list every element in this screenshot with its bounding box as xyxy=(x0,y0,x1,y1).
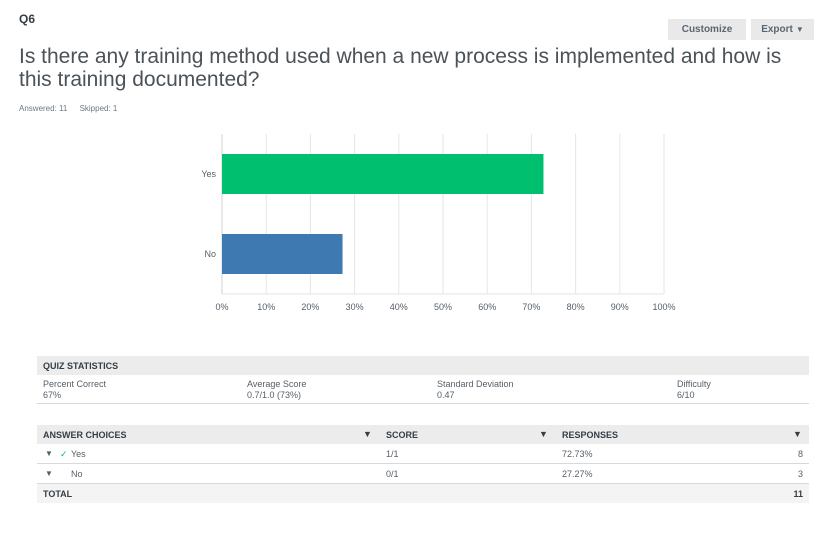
stat-value: 0.47 xyxy=(437,390,455,400)
stat-label: Standard Deviation xyxy=(437,379,514,389)
stat-value: 6/10 xyxy=(677,390,695,400)
x-tick-label: 50% xyxy=(434,302,452,312)
question-title: Is there any training method used when a… xyxy=(19,45,782,91)
header-answer-choices: ANSWER CHOICES xyxy=(43,430,127,440)
quiz-statistics-header: QUIZ STATISTICS xyxy=(37,356,809,375)
x-tick-label: 20% xyxy=(301,302,319,312)
answer-table-header: ANSWER CHOICES ▼ SCORE ▼ RESPONSES ▼ xyxy=(37,425,809,444)
header-score: SCORE xyxy=(386,430,419,440)
stat-label: Average Score xyxy=(247,379,307,389)
x-tick-label: 30% xyxy=(346,302,364,312)
header-responses: RESPONSES xyxy=(562,430,619,440)
stat-difficulty: Difficulty 6/10 xyxy=(677,379,711,401)
question-number: Q6 xyxy=(19,12,36,26)
stat-label: Difficulty xyxy=(677,379,711,389)
customize-button[interactable]: Customize xyxy=(668,19,746,40)
chevron-down-icon: ▼ xyxy=(795,25,804,34)
expand-toggle-icon[interactable]: ▼ xyxy=(45,469,53,478)
export-button[interactable]: Export ▼ xyxy=(751,19,814,40)
customize-label: Customize xyxy=(681,24,733,35)
category-label: Yes xyxy=(201,169,216,179)
x-tick-label: 60% xyxy=(478,302,496,312)
bar-chart: 0% 10% 20% 30% 40% 50% 60% 70% 80% 90% 100% Yes No xyxy=(0,130,821,330)
x-tick-label: 80% xyxy=(567,302,585,312)
answer-count: 8 xyxy=(797,449,803,459)
x-tick-label: 70% xyxy=(522,302,540,312)
answer-percent: 27.27% xyxy=(562,469,593,479)
stat-percent-correct: Percent Correct 67% xyxy=(43,379,106,401)
stat-value: 0.7/1.0 (73%) xyxy=(247,390,302,400)
answer-percent: 72.73% xyxy=(562,449,593,459)
answer-score: 0/1 xyxy=(386,469,399,479)
answer-choices-table: ANSWER CHOICES ▼ SCORE ▼ RESPONSES ▼ ▼ ✓… xyxy=(37,425,809,503)
x-tick-label: 100% xyxy=(652,302,675,312)
x-tick-label: 0% xyxy=(215,302,228,312)
bar-chart-svg: 0% 10% 20% 30% 40% 50% 60% 70% 80% 90% 100% Yes No xyxy=(201,134,676,312)
answer-score: 1/1 xyxy=(386,449,399,459)
stat-label: Percent Correct xyxy=(43,379,107,389)
stat-value: 67% xyxy=(43,390,62,400)
total-count: 11 xyxy=(793,489,803,499)
expand-toggle-icon[interactable]: ▼ xyxy=(45,449,53,458)
quiz-statistics-row: Percent Correct 67% Average Score 0.7/1.… xyxy=(37,375,809,404)
stat-standard-deviation: Standard Deviation 0.47 xyxy=(437,379,514,401)
total-row: TOTAL 11 xyxy=(37,484,809,503)
sort-responses-icon[interactable]: ▼ xyxy=(793,429,802,439)
quiz-statistics-table: QUIZ STATISTICS Percent Correct 67% Aver… xyxy=(37,356,809,404)
x-tick-label: 40% xyxy=(390,302,408,312)
table-row: ▼ No 0/1 27.27% 3 xyxy=(37,464,809,484)
bar-no xyxy=(222,234,343,274)
total-label: TOTAL xyxy=(43,489,73,499)
answer-count: 3 xyxy=(797,469,803,479)
answered-count: Answered: 11 xyxy=(19,104,68,113)
skipped-count: Skipped: 1 xyxy=(79,104,118,113)
x-tick-label: 90% xyxy=(611,302,629,312)
sort-score-icon[interactable]: ▼ xyxy=(539,429,548,439)
response-summary: Answered: 11 Skipped: 1 xyxy=(19,104,127,113)
x-tick-label: 10% xyxy=(257,302,275,312)
table-row: ▼ ✓ Yes 1/1 72.73% 8 xyxy=(37,444,809,464)
bar-yes xyxy=(222,154,544,194)
answer-choice: No xyxy=(71,469,83,479)
export-label: Export xyxy=(761,24,793,35)
answer-choice: Yes xyxy=(71,449,86,459)
sort-answer-choices-icon[interactable]: ▼ xyxy=(363,429,372,439)
category-label: No xyxy=(204,249,216,259)
stat-average-score: Average Score 0.7/1.0 (73%) xyxy=(247,379,306,401)
correct-check-icon: ✓ xyxy=(60,449,68,459)
